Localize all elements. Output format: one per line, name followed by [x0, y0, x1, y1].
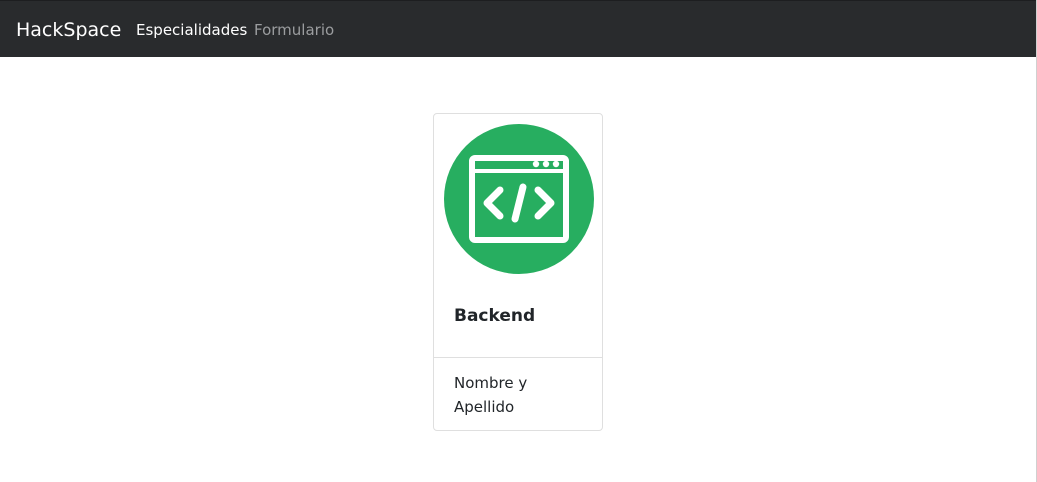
navbar: HackSpace Especialidades Formulario: [0, 0, 1036, 57]
nav-link-formulario[interactable]: Formulario: [254, 20, 334, 40]
card-footer-text: Nombre y Apellido: [454, 374, 528, 416]
card-title: Backend: [454, 306, 536, 326]
code-window-icon[interactable]: [444, 124, 594, 274]
card-divider: [434, 357, 602, 358]
nav-link-especialidades[interactable]: Especialidades: [136, 20, 247, 40]
brand-link[interactable]: HackSpace: [16, 17, 121, 43]
page: HackSpace Especialidades Formulario Back…: [0, 0, 1037, 482]
specialty-card: Backend Nombre y Apellido: [433, 113, 603, 431]
